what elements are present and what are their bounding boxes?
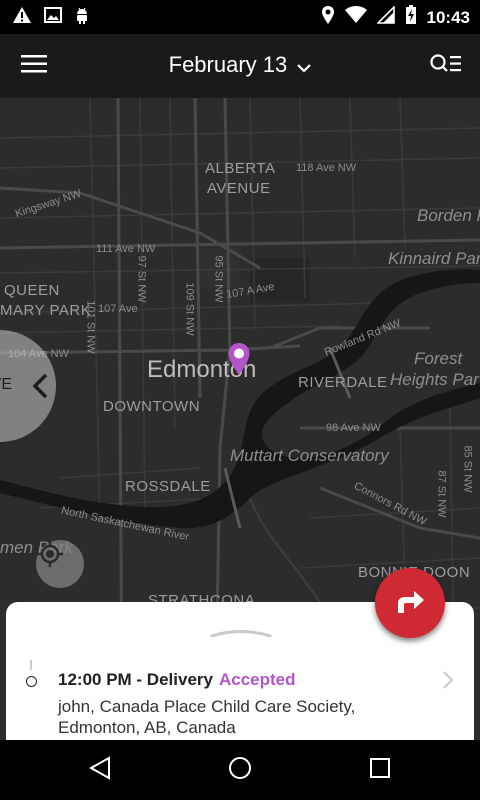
map-label-107-ave: 107 Ave — [98, 303, 138, 315]
search-list-button[interactable] — [428, 48, 464, 84]
android-icon — [74, 5, 90, 30]
map-label-queen: QUEEN — [4, 282, 60, 299]
map-label-rossdale: ROSSDALE — [125, 478, 211, 495]
map-label-muttart: Muttart Conservatory — [230, 446, 389, 465]
stop-address: john, Canada Place Child Care Society, E… — [58, 696, 428, 738]
location-icon — [321, 5, 335, 30]
status-bar: 10:43 — [0, 0, 480, 34]
image-icon — [44, 6, 62, 29]
home-circle-icon — [228, 756, 252, 785]
nav-recents-button[interactable] — [365, 755, 395, 785]
map-label-kinnaird-park: Kinnaird Par — [388, 249, 480, 268]
stop-title: 12:00 PM - Delivery — [58, 670, 213, 689]
stop-title-row[interactable]: 12:00 PM - Delivery Accepted — [58, 670, 296, 690]
map-label-87-st: 87 St NW — [435, 470, 448, 518]
my-location-button[interactable] — [36, 540, 84, 588]
recents-square-icon — [369, 757, 391, 784]
app-screen: 10:43 February 13 ALBERTA AVENUE 118 Ave… — [0, 0, 480, 800]
map-label-forest: Forest — [414, 349, 463, 368]
date-picker[interactable]: February 13 — [0, 52, 480, 79]
map-label-101-st: 101 St NW — [84, 300, 97, 354]
map-label-borden-park: Borden Pa — [417, 206, 480, 225]
map-label-95-st: 95 St NW — [212, 255, 225, 303]
map-label-109-st: 109 St NW — [183, 282, 196, 336]
map-label-alberta: ALBERTA — [205, 160, 276, 177]
map-label-heights-park: Heights Par — [390, 370, 479, 389]
map-label-mary-park: MARY PARK — [0, 302, 92, 319]
timeline-connector — [30, 660, 32, 670]
map-label-85-st: 85 St NW — [461, 445, 474, 493]
directions-fab[interactable] — [375, 568, 445, 638]
sheet-handle-icon[interactable] — [210, 624, 272, 638]
map-label-avenue: AVENUE — [207, 180, 271, 197]
directions-arrow-icon — [394, 587, 426, 620]
map-label-97-st: 97 St NW — [135, 255, 148, 303]
stop-address-line2: Edmonton, AB, Canada — [58, 718, 236, 737]
back-triangle-icon — [88, 755, 111, 785]
map-label-111-ave: 111 Ave NW — [96, 243, 156, 255]
previous-day-partial-label: VE — [0, 376, 12, 393]
nav-home-button[interactable] — [225, 755, 255, 785]
map-label-98-ave: 98 Ave NW — [326, 422, 381, 434]
chevron-down-icon — [297, 53, 312, 79]
chevron-right-icon[interactable] — [442, 670, 454, 695]
nav-back-button[interactable] — [85, 755, 115, 785]
map-label-118-ave: 118 Ave NW — [296, 162, 357, 174]
map-label-downtown: DOWNTOWN — [103, 398, 201, 415]
map-label-riverdale: RIVERDALE — [298, 374, 388, 391]
battery-charging-icon — [405, 5, 417, 30]
date-label: February 13 — [168, 52, 288, 77]
stop-address-line1: john, Canada Place Child Care Society, — [58, 697, 356, 716]
system-nav-bar — [0, 740, 480, 800]
wifi-icon — [344, 6, 367, 29]
status-time: 10:43 — [426, 7, 470, 27]
search-list-icon — [430, 53, 462, 79]
timeline-dot — [26, 676, 37, 687]
stop-status-badge: Accepted — [218, 670, 296, 689]
warning-icon — [12, 6, 32, 29]
signal-icon — [375, 5, 395, 29]
app-header: February 13 — [0, 34, 480, 98]
